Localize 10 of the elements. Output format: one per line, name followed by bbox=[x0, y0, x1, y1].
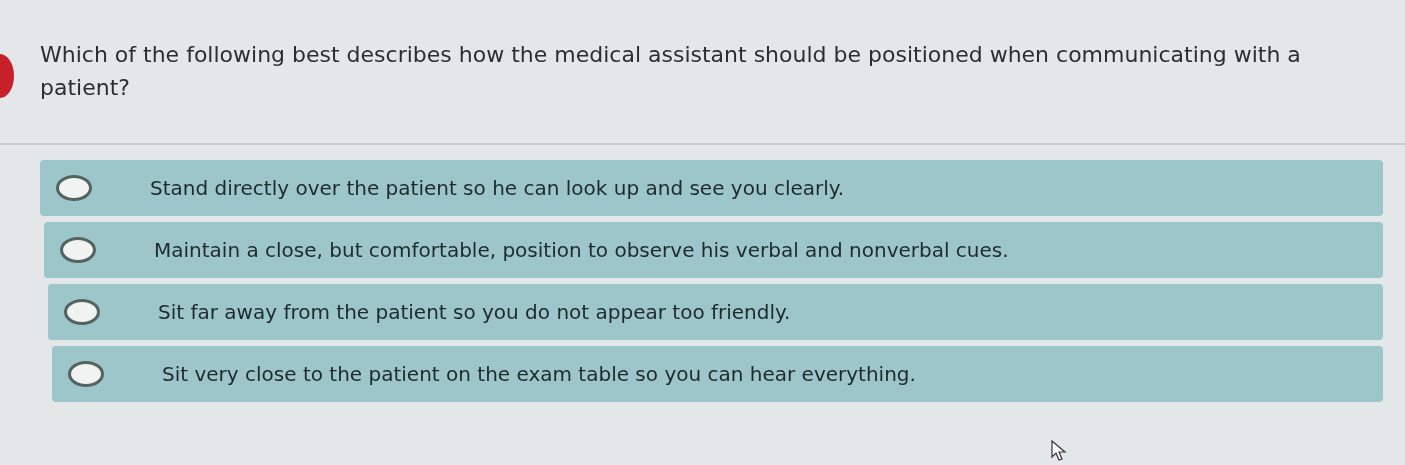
answer-option[interactable]: Maintain a close, but comfortable, position to observe his verbal and nonverbal cues. bbox=[44, 222, 1383, 278]
question-text: Which of the following best describes how the medical assistant should be positioned when communicating with a patient? bbox=[40, 41, 1302, 102]
answer-option[interactable]: Sit very close to the patient on the exam table so you can hear everything. bbox=[52, 346, 1383, 402]
radio-button[interactable] bbox=[60, 237, 96, 263]
answer-option[interactable]: Sit far away from the patient so you do not appear too friendly. bbox=[48, 284, 1383, 340]
cursor-icon bbox=[1050, 440, 1068, 462]
radio-button[interactable] bbox=[56, 175, 92, 201]
answer-option[interactable]: Stand directly over the patient so he can look up and see you clearly. bbox=[40, 160, 1383, 216]
radio-button[interactable] bbox=[68, 361, 104, 387]
radio-button[interactable] bbox=[64, 299, 100, 325]
